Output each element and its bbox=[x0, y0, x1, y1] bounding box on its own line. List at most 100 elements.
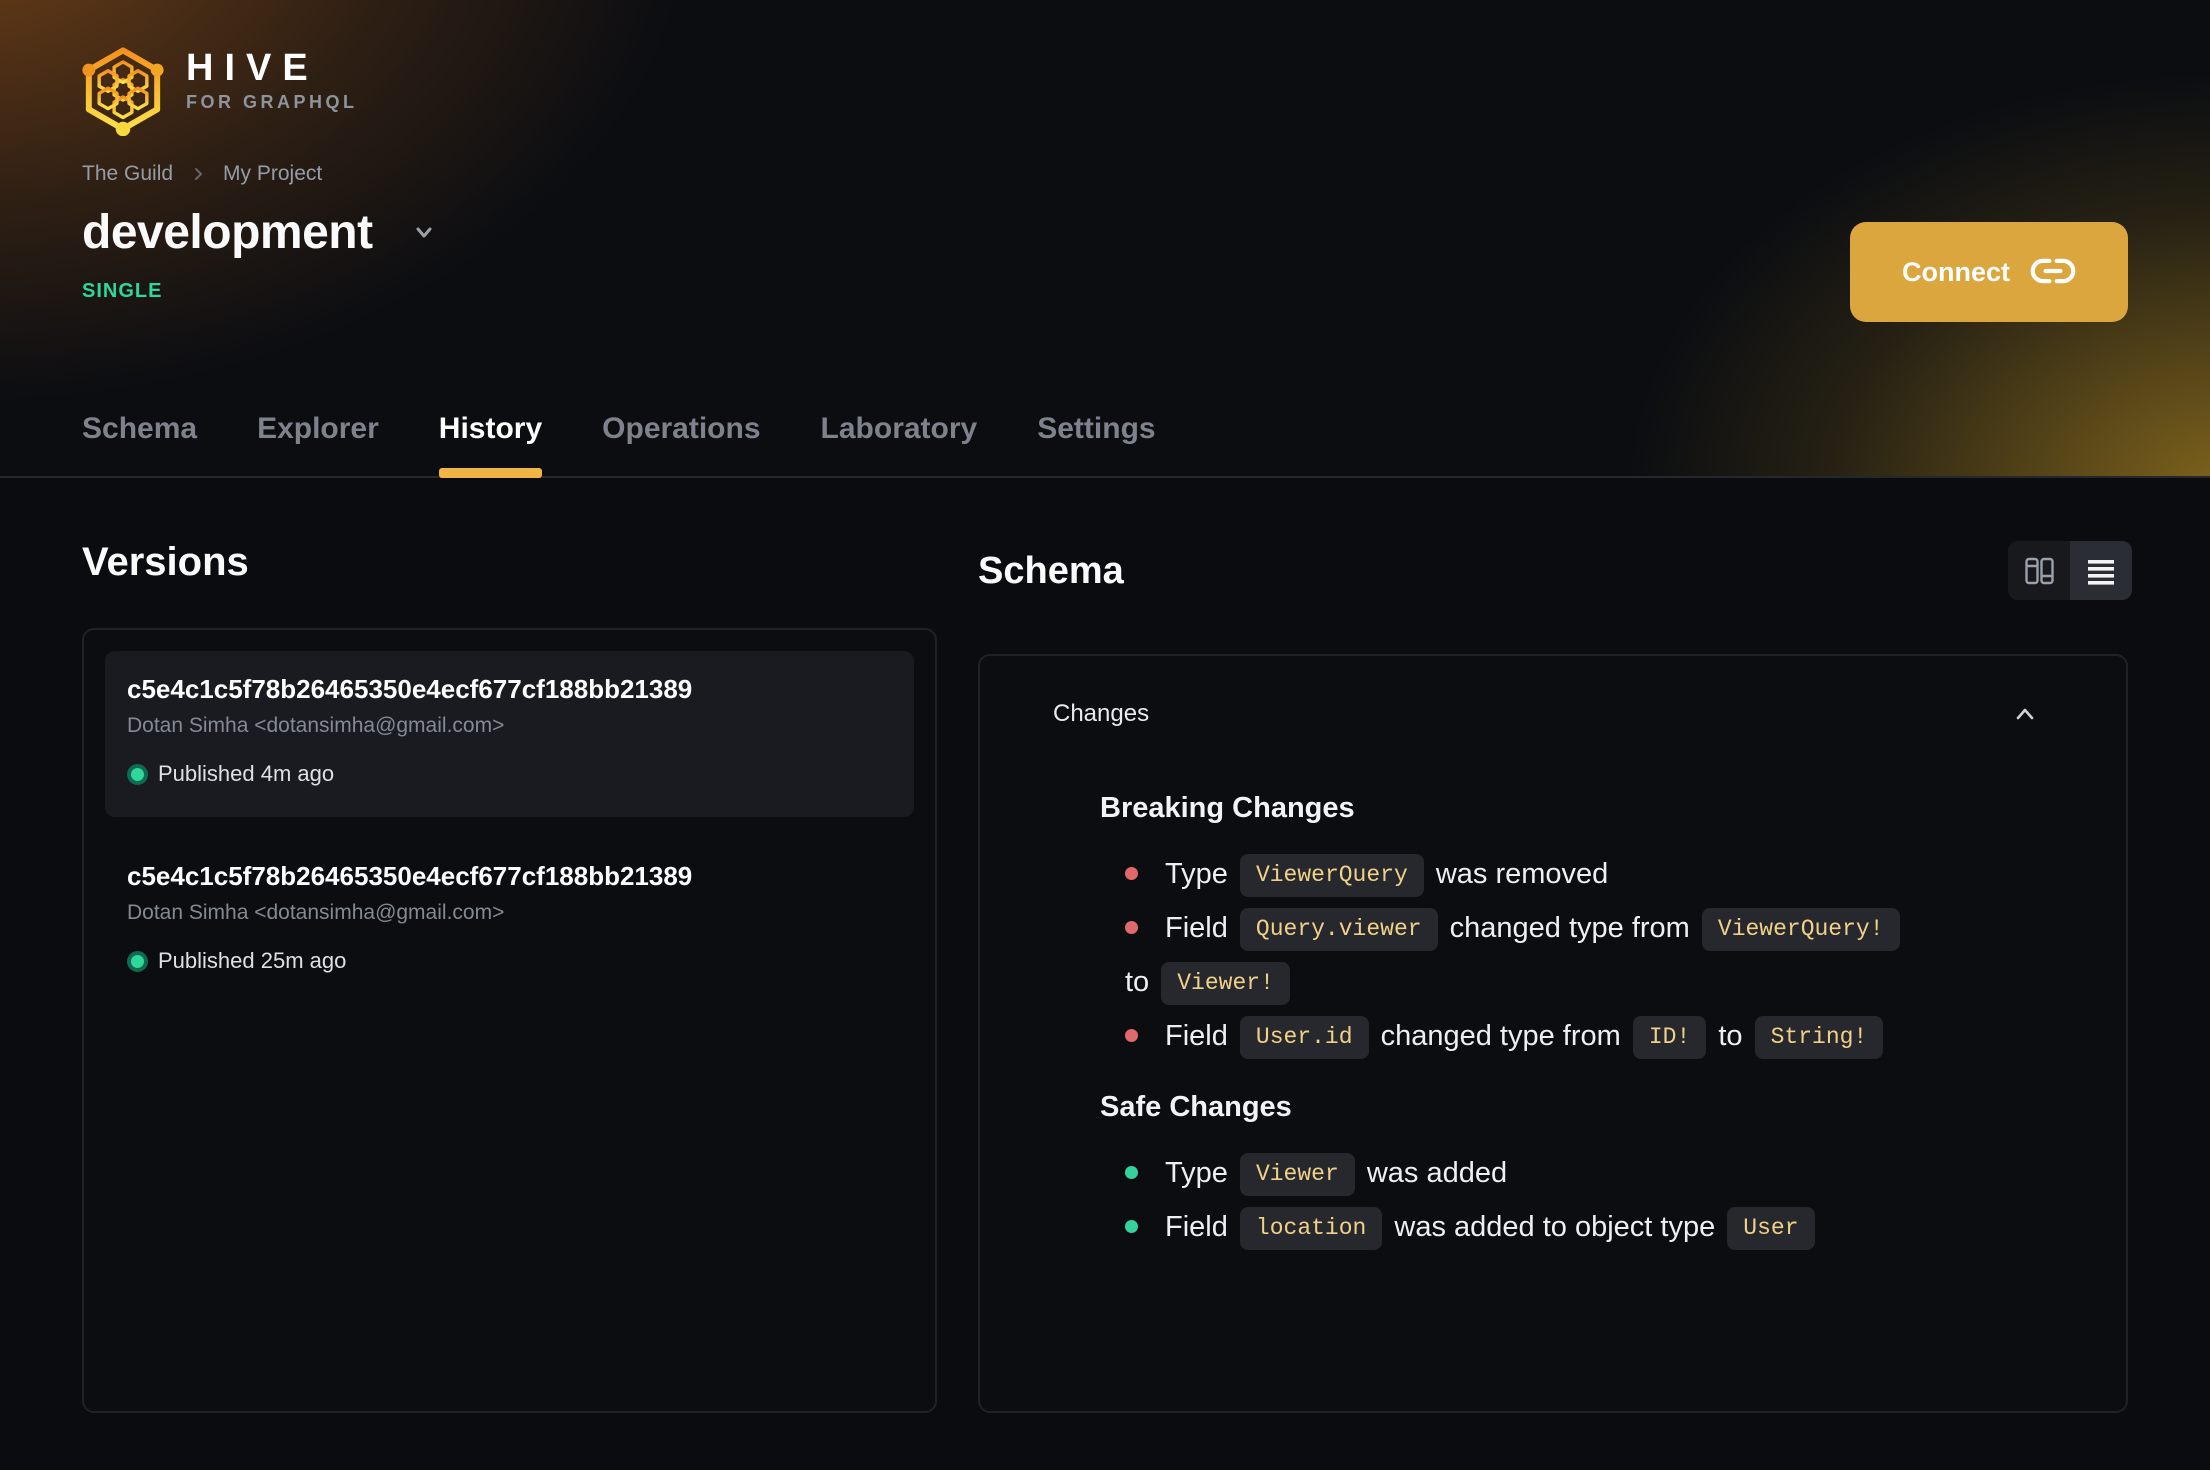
chevron-down-icon[interactable] bbox=[409, 220, 439, 251]
change-text: was removed bbox=[1427, 858, 1609, 890]
change-text: Type bbox=[1165, 1157, 1236, 1189]
brand-text: HIVE FOR GRAPHQL bbox=[186, 48, 358, 113]
tab-label: Settings bbox=[1037, 412, 1156, 445]
change-line: Field Query.viewer changed type from Vie… bbox=[1125, 901, 2031, 955]
change-item: Field location was added to object type … bbox=[1125, 1200, 2031, 1254]
active-tab-indicator bbox=[438, 468, 543, 478]
tab-schema[interactable]: Schema bbox=[82, 412, 197, 476]
list-view-button[interactable] bbox=[2070, 541, 2132, 600]
change-text: Field bbox=[1165, 912, 1236, 944]
bullet-dot bbox=[1125, 1165, 1138, 1179]
hive-logo-icon bbox=[82, 47, 164, 136]
versions-title: Versions bbox=[82, 540, 249, 584]
version-status-text: Published 4m ago bbox=[158, 761, 335, 786]
change-text: was added bbox=[1358, 1157, 1508, 1189]
view-toggle bbox=[2008, 541, 2132, 600]
change-line: Type Viewer was added bbox=[1125, 1146, 2031, 1200]
code-chip: User.id bbox=[1239, 1015, 1369, 1059]
brand-name: HIVE bbox=[186, 47, 319, 89]
change-line: Type ViewerQuery was removed bbox=[1125, 847, 2031, 901]
change-text: changed type from bbox=[1441, 912, 1698, 944]
target-type-badge: SINGLE bbox=[82, 280, 163, 302]
breadcrumb-project[interactable]: My Project bbox=[223, 160, 322, 188]
tab-settings[interactable]: Settings bbox=[1037, 412, 1155, 476]
version-card[interactable]: c5e4c1c5f78b26465350e4ecf677cf188bb21389… bbox=[105, 838, 914, 1004]
breadcrumb: The Guild My Project bbox=[82, 160, 322, 188]
chevron-up-icon bbox=[2016, 708, 2034, 720]
status-dot-icon bbox=[127, 763, 148, 785]
tab-label: Schema bbox=[82, 412, 198, 445]
change-text: Type bbox=[1165, 858, 1236, 890]
bullet-dot bbox=[1125, 920, 1138, 934]
version-status: Published 4m ago bbox=[127, 761, 892, 787]
code-chip: ViewerQuery bbox=[1239, 853, 1424, 897]
code-chip: ViewerQuery! bbox=[1701, 907, 1900, 951]
code-chip: Query.viewer bbox=[1239, 907, 1438, 951]
tab-label: Laboratory bbox=[820, 412, 978, 445]
tab-operations[interactable]: Operations bbox=[602, 412, 760, 476]
code-chip: Viewer bbox=[1239, 1152, 1355, 1196]
target-title-row: development bbox=[82, 204, 439, 260]
code-chip: String! bbox=[1754, 1015, 1884, 1059]
columns-view-button[interactable] bbox=[2008, 541, 2070, 600]
version-author: Dotan Simha <dotansimha@gmail.com> bbox=[127, 714, 505, 737]
version-author: Dotan Simha <dotansimha@gmail.com> bbox=[127, 901, 505, 924]
tab-laboratory[interactable]: Laboratory bbox=[821, 412, 978, 476]
change-list: Type Viewer was added Field location was … bbox=[1125, 1146, 2031, 1254]
version-status: Published 25m ago bbox=[127, 948, 892, 974]
link-icon bbox=[2030, 255, 2076, 290]
page-header: HIVE FOR GRAPHQL The Guild My Project de… bbox=[0, 0, 2210, 478]
change-text: was added to object type bbox=[1386, 1211, 1724, 1243]
tab-explorer[interactable]: Explorer bbox=[257, 412, 379, 476]
connect-button[interactable]: Connect bbox=[1850, 222, 2128, 322]
versions-panel: c5e4c1c5f78b26465350e4ecf677cf188bb21389… bbox=[82, 628, 937, 1413]
hive-logo[interactable]: HIVE FOR GRAPHQL bbox=[82, 40, 358, 136]
status-dot-icon bbox=[127, 950, 148, 972]
version-hash: c5e4c1c5f78b26465350e4ecf677cf188bb21389 bbox=[127, 674, 693, 704]
bullet-dot bbox=[1125, 1028, 1138, 1042]
change-item: Field User.id changed type from ID! to S… bbox=[1125, 1009, 2031, 1063]
changes-section-label: Changes bbox=[1053, 700, 1150, 727]
change-text: to bbox=[1710, 1020, 1751, 1052]
changes-section-header[interactable]: Changes bbox=[1053, 696, 2034, 732]
brand-tagline: FOR GRAPHQL bbox=[186, 92, 358, 112]
change-item: Field Query.viewer changed type from Vie… bbox=[1125, 901, 2031, 1009]
tab-label: Operations bbox=[602, 412, 761, 445]
schema-changes-panel: Changes Breaking Changes Type ViewerQuery… bbox=[978, 654, 2128, 1413]
changes-groups: Breaking Changes Type ViewerQuery was rem… bbox=[1053, 790, 2031, 1254]
app-root: HIVE FOR GRAPHQL The Guild My Project de… bbox=[0, 0, 2210, 1470]
change-line: to Viewer! bbox=[1125, 955, 2031, 1009]
tab-history[interactable]: History bbox=[438, 412, 543, 478]
change-line: Field location was added to object type … bbox=[1125, 1200, 2031, 1254]
collapse-button[interactable] bbox=[2005, 697, 2045, 731]
breadcrumb-org[interactable]: The Guild bbox=[82, 160, 173, 188]
tab-label: History bbox=[438, 412, 543, 445]
change-item: Type ViewerQuery was removed bbox=[1125, 847, 2031, 901]
code-chip: location bbox=[1239, 1206, 1383, 1250]
chevron-right-icon bbox=[189, 165, 207, 183]
version-status-text: Published 25m ago bbox=[158, 948, 347, 973]
columns-view-icon bbox=[2025, 557, 2054, 584]
page-title: development bbox=[82, 205, 373, 259]
schema-title: Schema bbox=[978, 550, 1124, 592]
change-group-title: Safe Changes bbox=[1100, 1091, 1292, 1123]
code-chip: User bbox=[1727, 1206, 1815, 1250]
change-text: Field bbox=[1165, 1020, 1236, 1052]
change-list: Type ViewerQuery was removed Field Query.… bbox=[1125, 847, 2031, 1063]
tab-label: Explorer bbox=[257, 412, 379, 445]
version-hash: c5e4c1c5f78b26465350e4ecf677cf188bb21389 bbox=[127, 861, 693, 891]
code-chip: ID! bbox=[1632, 1015, 1707, 1059]
list-view-icon bbox=[2088, 559, 2114, 585]
change-text: to bbox=[1125, 966, 1158, 998]
change-group-title: Breaking Changes bbox=[1100, 792, 1355, 824]
bullet-dot bbox=[1125, 1219, 1138, 1233]
code-chip: Viewer! bbox=[1161, 961, 1290, 1005]
tab-bar: Schema Explorer History Operations Laborator… bbox=[82, 412, 1156, 478]
change-item: Type Viewer was added bbox=[1125, 1146, 2031, 1200]
change-line: Field User.id changed type from ID! to S… bbox=[1125, 1009, 2031, 1063]
main-content: Versions Schema c5e4c1c5f78b26465350e4ec… bbox=[0, 478, 2210, 1470]
version-card[interactable]: c5e4c1c5f78b26465350e4ecf677cf188bb21389… bbox=[105, 651, 914, 817]
change-text: Field bbox=[1165, 1211, 1236, 1243]
connect-button-label: Connect bbox=[1902, 256, 2010, 287]
bullet-dot bbox=[1125, 866, 1138, 880]
